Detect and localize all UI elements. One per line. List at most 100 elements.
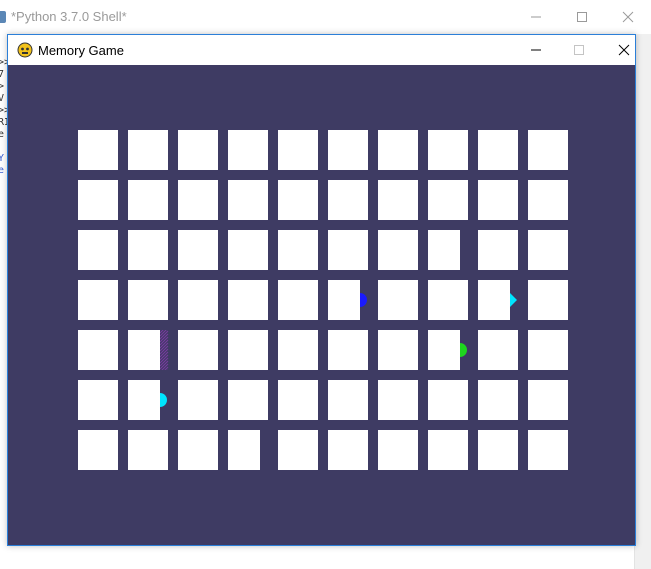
shell-window-title: *Python 3.7.0 Shell* — [11, 9, 127, 24]
tile-covered[interactable] — [528, 180, 568, 220]
tile-covered[interactable] — [528, 130, 568, 170]
tile-covered[interactable] — [328, 180, 368, 220]
tile-covered[interactable] — [178, 230, 218, 270]
close-icon — [618, 44, 630, 56]
shell-minimize-button[interactable] — [513, 0, 559, 34]
tile-covered[interactable] — [278, 280, 318, 320]
tile-covered[interactable] — [428, 430, 468, 470]
tile-covered[interactable] — [478, 130, 518, 170]
tile-covered[interactable] — [428, 230, 460, 270]
game-close-button[interactable] — [601, 35, 647, 65]
shell-line: e — [0, 129, 5, 140]
tile-covered[interactable] — [378, 430, 418, 470]
shell-scrollbar[interactable] — [634, 34, 651, 569]
game-minimize-button[interactable] — [513, 35, 559, 65]
tile-covered[interactable] — [378, 230, 418, 270]
maximize-icon — [574, 45, 584, 55]
tile-covered[interactable] — [478, 180, 518, 220]
shell-line: e — [0, 165, 5, 176]
tile-revealing[interactable] — [428, 330, 460, 370]
game-window-title: Memory Game — [38, 43, 124, 58]
shell-maximize-button[interactable] — [559, 0, 605, 34]
desktop: *Python 3.7.0 Shell* >>>7>V>>RIeYe Memor… — [0, 0, 651, 569]
tile-covered[interactable] — [478, 380, 518, 420]
diamond-shape-icon — [510, 293, 517, 307]
tile-covered[interactable] — [228, 130, 268, 170]
pygame-icon — [17, 42, 33, 58]
tile-covered[interactable] — [128, 230, 168, 270]
tile-covered[interactable] — [78, 230, 118, 270]
tile-covered[interactable] — [528, 280, 568, 320]
minimize-icon — [531, 49, 541, 51]
tile-covered[interactable] — [178, 330, 218, 370]
tile-covered[interactable] — [178, 130, 218, 170]
maximize-icon — [577, 12, 587, 22]
tile-covered[interactable] — [328, 380, 368, 420]
tile-covered[interactable] — [428, 280, 468, 320]
tile-covered[interactable] — [78, 280, 118, 320]
tile-covered[interactable] — [128, 180, 168, 220]
game-titlebar[interactable]: Memory Game — [8, 35, 635, 65]
tile-covered[interactable] — [78, 130, 118, 170]
tile-covered[interactable] — [178, 180, 218, 220]
tile-covered[interactable] — [228, 330, 268, 370]
shell-close-button[interactable] — [605, 0, 651, 34]
game-maximize-button[interactable] — [556, 35, 602, 65]
tile-covered[interactable] — [128, 130, 168, 170]
tile-covered[interactable] — [228, 280, 268, 320]
tile-covered[interactable] — [178, 280, 218, 320]
shell-titlebar[interactable]: *Python 3.7.0 Shell* — [0, 0, 651, 34]
tile-covered[interactable] — [528, 330, 568, 370]
tile-covered[interactable] — [78, 180, 118, 220]
tile-covered[interactable] — [228, 380, 268, 420]
tile-covered[interactable] — [378, 330, 418, 370]
tile-covered[interactable] — [228, 230, 268, 270]
tile-covered[interactable] — [178, 380, 218, 420]
lines-shape-icon — [160, 330, 169, 370]
tile-covered[interactable] — [278, 330, 318, 370]
tile-covered[interactable] — [328, 330, 368, 370]
tile-revealing[interactable] — [128, 380, 160, 420]
tile-covered[interactable] — [378, 180, 418, 220]
tile-covered[interactable] — [128, 280, 168, 320]
tile-covered[interactable] — [378, 130, 418, 170]
memory-game-window: Memory Game — [7, 34, 636, 546]
circle-shape-icon — [460, 343, 467, 357]
tile-covered[interactable] — [228, 430, 260, 470]
tile-revealing[interactable] — [478, 280, 510, 320]
tile-covered[interactable] — [178, 430, 218, 470]
tile-covered[interactable] — [278, 430, 318, 470]
shell-line: 7 — [0, 69, 5, 80]
tile-covered[interactable] — [278, 180, 318, 220]
tile-covered[interactable] — [328, 130, 368, 170]
game-board[interactable] — [8, 65, 635, 545]
tile-covered[interactable] — [478, 430, 518, 470]
tile-covered[interactable] — [78, 330, 118, 370]
tile-revealing[interactable] — [328, 280, 360, 320]
tile-covered[interactable] — [128, 430, 168, 470]
tile-covered[interactable] — [428, 180, 468, 220]
tile-covered[interactable] — [328, 230, 368, 270]
tile-covered[interactable] — [278, 130, 318, 170]
tile-covered[interactable] — [378, 280, 418, 320]
tile-covered[interactable] — [528, 230, 568, 270]
tile-covered[interactable] — [78, 430, 118, 470]
shell-line: Y — [0, 153, 5, 164]
tile-covered[interactable] — [428, 380, 468, 420]
tile-covered[interactable] — [528, 430, 568, 470]
tile-covered[interactable] — [328, 430, 368, 470]
tile-covered[interactable] — [478, 230, 518, 270]
tile-covered[interactable] — [428, 130, 468, 170]
tile-covered[interactable] — [78, 380, 118, 420]
tile-covered[interactable] — [378, 380, 418, 420]
tile-covered[interactable] — [278, 230, 318, 270]
minimize-icon — [531, 16, 541, 18]
python-icon — [0, 11, 6, 23]
tile-covered[interactable] — [478, 330, 518, 370]
tile-covered[interactable] — [528, 380, 568, 420]
tile-revealing[interactable] — [128, 330, 160, 370]
tile-covered[interactable] — [278, 380, 318, 420]
shell-line: V — [0, 93, 5, 104]
tile-covered[interactable] — [228, 180, 268, 220]
circle-shape-icon — [160, 393, 167, 407]
